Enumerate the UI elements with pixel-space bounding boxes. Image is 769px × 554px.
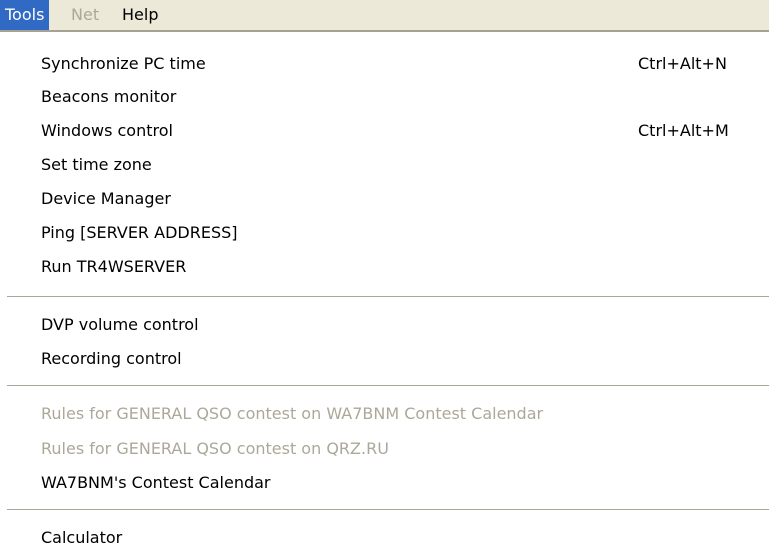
menu-item-rules-qrz: Rules for GENERAL QSO contest on QRZ.RU	[0, 432, 769, 465]
menu-item-rules-wa7bnm: Rules for GENERAL QSO contest on WA7BNM …	[0, 397, 769, 430]
menu-item-recording-control[interactable]: Recording control	[0, 342, 769, 375]
menu-item-label: Recording control	[41, 349, 182, 368]
menubar-net: Net	[71, 5, 100, 24]
menu-item-label: Set time zone	[41, 155, 152, 174]
menu-item-label: Beacons monitor	[41, 87, 177, 106]
menu-item-dvp-volume-control[interactable]: DVP volume control	[0, 308, 769, 341]
menubar-tools[interactable]: Tools	[0, 0, 50, 30]
menu-item-label: DVP volume control	[41, 315, 199, 334]
tools-dropdown-menu: Synchronize PC time Ctrl+Alt+N Beacons m…	[0, 32, 769, 550]
menu-item-synchronize-pc-time[interactable]: Synchronize PC time Ctrl+Alt+N	[0, 47, 769, 80]
menubar-help[interactable]: Help	[117, 0, 163, 30]
menu-item-label: Rules for GENERAL QSO contest on WA7BNM …	[41, 404, 544, 423]
menu-item-calculator[interactable]: Calculator	[0, 521, 769, 554]
menu-item-label: Ping [SERVER ADDRESS]	[41, 223, 238, 242]
menu-item-run-tr4wserver[interactable]: Run TR4WSERVER	[0, 250, 769, 283]
menu-item-label: WA7BNM's Contest Calendar	[41, 473, 271, 492]
menu-item-shortcut: Ctrl+Alt+M	[638, 121, 729, 140]
menu-item-ping-server[interactable]: Ping [SERVER ADDRESS]	[0, 216, 769, 249]
menu-separator	[7, 385, 769, 387]
menu-item-label: Device Manager	[41, 189, 171, 208]
menu-item-device-manager[interactable]: Device Manager	[0, 182, 769, 215]
menu-separator	[7, 509, 769, 511]
menu-item-label: Synchronize PC time	[41, 54, 206, 73]
menu-item-wa7bnm-contest-calendar[interactable]: WA7BNM's Contest Calendar	[0, 466, 769, 499]
menu-bar: Tools Net Help	[0, 0, 769, 32]
menu-item-beacons-monitor[interactable]: Beacons monitor	[0, 80, 769, 113]
menu-item-windows-control[interactable]: Windows control Ctrl+Alt+M	[0, 114, 769, 147]
menu-item-label: Calculator	[41, 528, 123, 547]
menu-separator	[7, 296, 769, 298]
menu-item-label: Windows control	[41, 121, 173, 140]
menu-item-set-time-zone[interactable]: Set time zone	[0, 148, 769, 181]
menu-item-label: Run TR4WSERVER	[41, 257, 187, 276]
menu-item-label: Rules for GENERAL QSO contest on QRZ.RU	[41, 439, 389, 458]
menu-item-shortcut: Ctrl+Alt+N	[638, 54, 727, 73]
